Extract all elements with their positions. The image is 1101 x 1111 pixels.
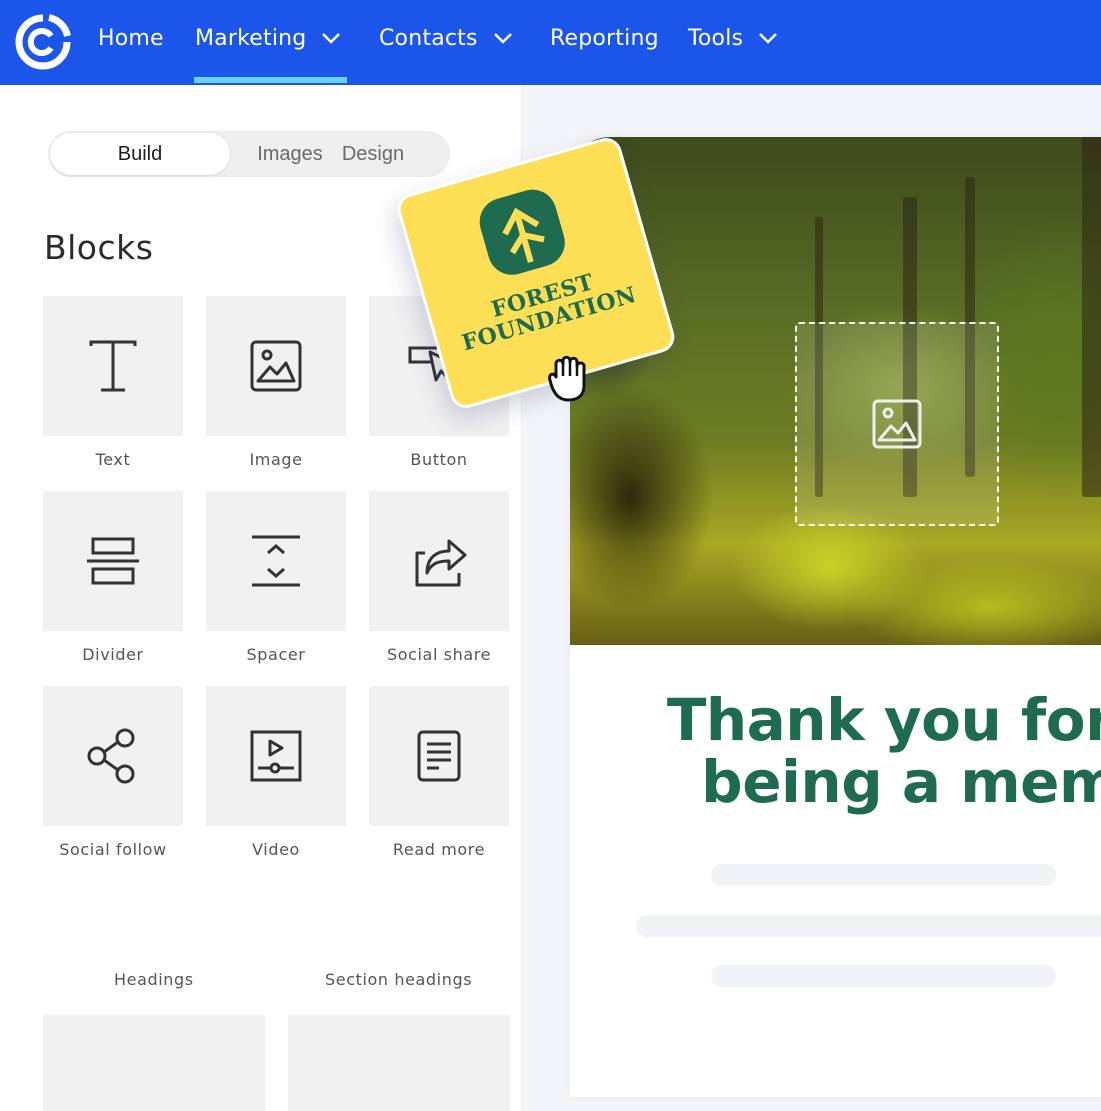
spacer-icon [252, 535, 300, 587]
chevron-down-icon [493, 33, 512, 44]
chevron-down-icon [322, 33, 341, 44]
block-label: Social follow [59, 840, 167, 859]
image-placeholder-icon [872, 399, 922, 449]
headline-line-2: being a membe [701, 748, 1101, 816]
block-read-more[interactable]: Read more [369, 686, 509, 859]
tab-build[interactable]: Build [50, 133, 230, 175]
hero-image[interactable] [570, 137, 1101, 645]
email-editor: Home Marketing Contacts Reporting Tools … [0, 0, 1101, 1111]
block-label: Text [95, 450, 131, 469]
divider-icon [87, 537, 139, 585]
text-icon [89, 340, 137, 392]
panel-tabs: Build Images Design [48, 131, 450, 177]
logo-icon[interactable] [13, 12, 73, 72]
headings-tile[interactable] [43, 1015, 265, 1111]
block-text[interactable]: Text [43, 296, 183, 469]
nav-tools[interactable]: Tools [688, 22, 779, 54]
nav-home[interactable]: Home [98, 22, 164, 54]
block-social-share[interactable]: Social share [369, 491, 509, 664]
block-image[interactable]: Image [206, 296, 346, 469]
section-headings-tile[interactable] [288, 1015, 510, 1111]
nav-contacts[interactable]: Contacts [379, 22, 514, 54]
chevron-down-icon [759, 33, 778, 44]
block-tile [43, 296, 183, 436]
text-placeholder-line [711, 965, 1056, 987]
image-drop-zone[interactable] [795, 322, 999, 526]
block-label: Button [410, 450, 468, 469]
active-nav-indicator [194, 77, 347, 83]
nav-marketing-label: Marketing [195, 25, 307, 51]
block-label: Image [249, 450, 303, 469]
document-icon [417, 730, 461, 782]
block-video[interactable]: Video [206, 686, 346, 859]
nav-home-label: Home [98, 25, 164, 51]
block-tile [43, 491, 183, 631]
block-label: Read more [392, 840, 486, 859]
block-label: Video [252, 840, 300, 859]
share-icon [415, 539, 467, 587]
tab-design[interactable]: Design [318, 131, 428, 177]
text-placeholder-line [636, 915, 1101, 937]
image-icon [250, 340, 302, 392]
top-navigation: Home Marketing Contacts Reporting Tools [0, 0, 1101, 85]
block-tile [206, 686, 346, 826]
brand-name: FOREST FOUNDATION [431, 253, 661, 361]
block-tile [206, 491, 346, 631]
block-label: Social share [386, 645, 492, 664]
nav-marketing[interactable]: Marketing [195, 22, 342, 54]
nav-contacts-label: Contacts [379, 25, 478, 51]
blocks-heading: Blocks [44, 228, 154, 267]
email-headline[interactable]: Thank you for being a membe [570, 689, 1101, 813]
block-tile [369, 491, 509, 631]
block-tile [206, 296, 346, 436]
block-social-follow[interactable]: Social follow [43, 686, 183, 859]
text-placeholder-line [711, 864, 1056, 886]
block-label: Divider [82, 645, 144, 664]
block-tile [369, 686, 509, 826]
block-tile [43, 686, 183, 826]
block-spacer[interactable]: Spacer [206, 491, 346, 664]
headings-label: Headings [114, 970, 194, 989]
block-label: Spacer [246, 645, 306, 664]
tree-icon [502, 207, 545, 263]
forest-badge [473, 183, 571, 281]
social-follow-icon [87, 728, 135, 784]
video-icon [250, 730, 302, 782]
tree-trunk [1082, 137, 1101, 497]
nav-reporting-label: Reporting [550, 25, 659, 51]
nav-tools-label: Tools [688, 25, 744, 51]
nav-reporting[interactable]: Reporting [550, 22, 659, 54]
headline-line-1: Thank you for [666, 686, 1101, 754]
grab-hand-cursor-icon [548, 355, 586, 402]
block-divider[interactable]: Divider [43, 491, 183, 664]
section-headings-label: Section headings [325, 970, 473, 989]
